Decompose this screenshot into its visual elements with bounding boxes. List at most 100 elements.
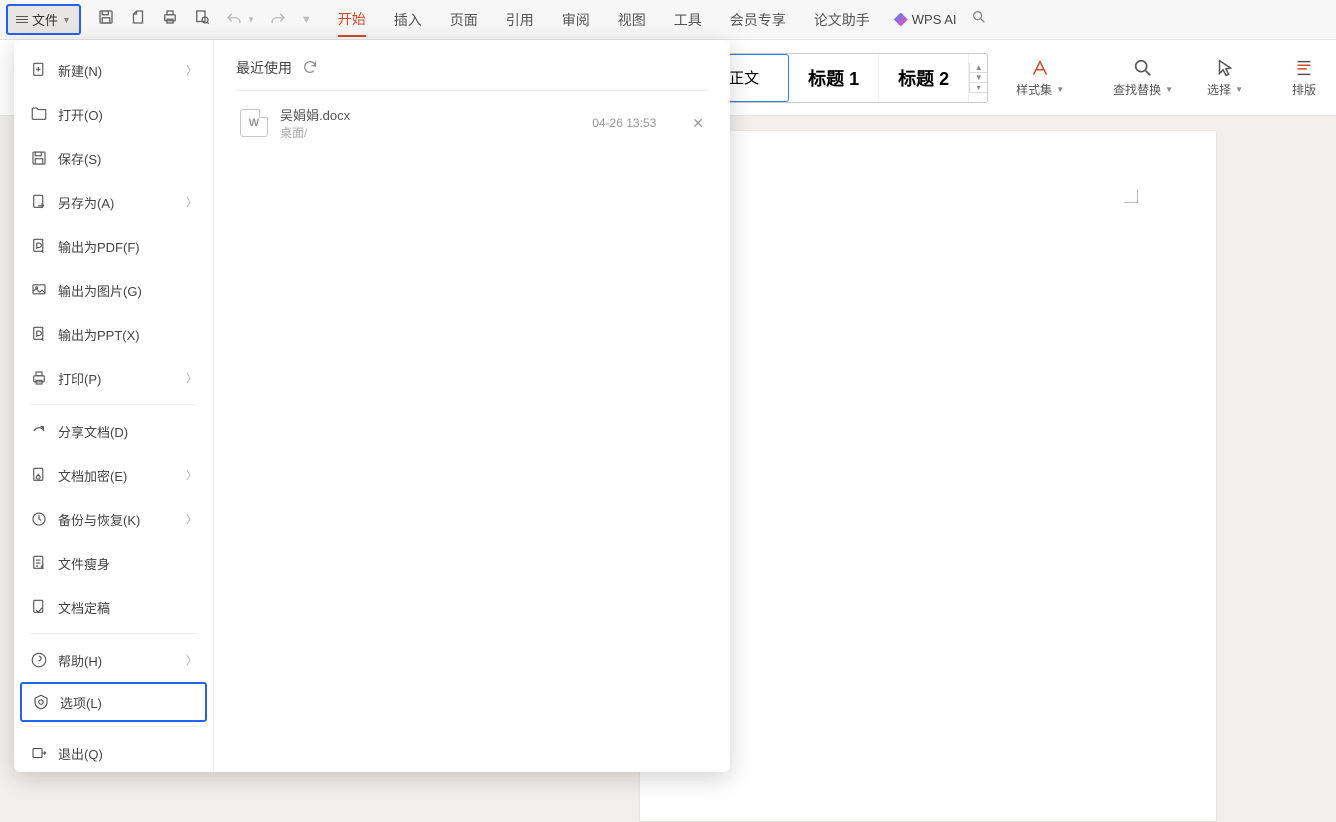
menu-item-icon — [30, 554, 48, 572]
file-menu-item-8[interactable]: 分享文档(D) — [14, 409, 213, 453]
print-icon[interactable] — [161, 8, 179, 31]
redo-button[interactable] — [269, 11, 287, 29]
recent-file-item[interactable]: W 吴娟娟.docx桌面/04-26 13:53 ✕ — [236, 91, 708, 155]
tab-工具[interactable]: 工具 — [674, 4, 702, 36]
menu-item-icon — [30, 744, 48, 762]
style-h2-label: 标题 2 — [898, 65, 949, 91]
menu-item-icon — [30, 281, 48, 299]
menu-item-icon — [30, 651, 48, 669]
tab-会员专享[interactable]: 会员专享 — [730, 4, 786, 36]
style-h1-label: 标题 1 — [808, 65, 859, 91]
search-icon[interactable] — [971, 9, 987, 30]
menu-item-label: 另存为(A) — [58, 193, 114, 212]
recent-file-path: 桌面/ — [280, 124, 580, 141]
tab-审阅[interactable]: 审阅 — [562, 4, 590, 36]
menu-item-icon — [30, 193, 48, 211]
styleset-button[interactable]: 样式集▼ — [1006, 57, 1074, 98]
hamburger-icon — [16, 14, 28, 25]
file-menu-item-6[interactable]: 输出为PPT(X) — [14, 312, 213, 356]
file-menu-list: 新建(N)〉打开(O)保存(S)另存为(A)〉输出为PDF(F)输出为图片(G)… — [14, 40, 214, 772]
close-icon[interactable]: ✕ — [692, 115, 704, 132]
menu-item-label: 文件瘦身 — [58, 554, 110, 573]
style-heading2[interactable]: 标题 2 — [879, 54, 969, 102]
wps-ai-label: WPS AI — [912, 12, 957, 27]
file-menu-item-5[interactable]: 输出为图片(G) — [14, 268, 213, 312]
tab-论文助手[interactable]: 论文助手 — [814, 4, 870, 36]
chevron-right-icon: 〉 — [186, 467, 197, 483]
menu-item-label: 退出(Q) — [58, 744, 103, 763]
export-icon[interactable] — [129, 8, 147, 31]
menu-item-label: 输出为图片(G) — [58, 281, 142, 300]
file-menu-item-3[interactable]: 另存为(A)〉 — [14, 180, 213, 224]
tab-引用[interactable]: 引用 — [506, 4, 534, 36]
menu-item-icon — [30, 510, 48, 528]
style-heading1[interactable]: 标题 1 — [789, 54, 879, 102]
menu-item-icon — [30, 61, 48, 79]
menu-item-label: 备份与恢复(K) — [58, 510, 140, 529]
file-menu-item-2[interactable]: 保存(S) — [14, 136, 213, 180]
file-menu-item-14[interactable]: 选项(L) — [20, 682, 207, 722]
file-menu-item-11[interactable]: 文件瘦身 — [14, 541, 213, 585]
customize-qat[interactable]: ▼ — [301, 14, 312, 26]
file-menu-item-1[interactable]: 打开(O) — [14, 92, 213, 136]
style-expand[interactable]: ▾ — [969, 83, 987, 93]
styleset-label: 样式集 — [1016, 81, 1052, 98]
select-label: 选择 — [1207, 81, 1231, 98]
menu-item-label: 输出为PDF(F) — [58, 237, 140, 256]
menu-item-icon — [30, 598, 48, 616]
tab-页面[interactable]: 页面 — [450, 4, 478, 36]
page-corner-mark — [1124, 189, 1138, 203]
menu-item-icon — [30, 369, 48, 387]
recent-file-time: 04-26 13:53 — [592, 116, 656, 130]
recent-files-pane: 最近使用 W 吴娟娟.docx桌面/04-26 13:53 ✕ — [214, 40, 730, 772]
chevron-right-icon: 〉 — [186, 511, 197, 527]
undo-button[interactable]: ▼ — [225, 11, 255, 29]
menu-item-icon — [30, 237, 48, 255]
chevron-down-icon: ▼ — [62, 15, 71, 25]
chevron-right-icon: 〉 — [186, 62, 197, 78]
print-preview-icon[interactable] — [193, 8, 211, 31]
menu-item-label: 文档加密(E) — [58, 466, 127, 485]
refresh-icon[interactable] — [302, 59, 318, 78]
wps-ai-button[interactable]: WPS AI — [894, 12, 957, 27]
menu-separator — [30, 404, 197, 405]
file-menu-item-15[interactable]: 退出(Q) — [14, 731, 213, 772]
file-menu-item-13[interactable]: 帮助(H) 〉 — [14, 638, 213, 682]
file-menu-item-10[interactable]: 备份与恢复(K) 〉 — [14, 497, 213, 541]
file-menu-item-0[interactable]: 新建(N) 〉 — [14, 48, 213, 92]
menu-item-label: 打开(O) — [58, 105, 103, 124]
file-menu-item-12[interactable]: 文档定稿 — [14, 585, 213, 629]
tab-插入[interactable]: 插入 — [394, 4, 422, 36]
cursor-icon — [1214, 57, 1236, 79]
file-menu-item-9[interactable]: 文档加密(E) 〉 — [14, 453, 213, 497]
file-menu-button[interactable]: 文件 ▼ — [6, 4, 81, 35]
file-menu-panel: 新建(N)〉打开(O)保存(S)另存为(A)〉输出为PDF(F)输出为图片(G)… — [14, 40, 730, 772]
menu-item-label: 文档定稿 — [58, 598, 110, 617]
file-menu-label: 文件 — [32, 10, 58, 29]
style-scroll-down[interactable]: ▼ — [969, 73, 987, 83]
wps-ai-icon — [894, 13, 908, 27]
recent-file-name: 吴娟娟.docx — [280, 105, 580, 124]
chevron-right-icon: 〉 — [186, 652, 197, 668]
select-button[interactable]: 选择▼ — [1197, 57, 1253, 98]
layout-label: 排版 — [1292, 81, 1316, 98]
tab-开始[interactable]: 开始 — [338, 3, 366, 37]
styleset-icon — [1029, 57, 1051, 79]
file-menu-item-7[interactable]: 打印(P)〉 — [14, 356, 213, 400]
menu-item-label: 新建(N) — [58, 61, 102, 80]
tab-视图[interactable]: 视图 — [618, 4, 646, 36]
menu-item-icon — [30, 105, 48, 123]
layout-button[interactable]: 排版 — [1282, 57, 1326, 98]
style-scroll-up[interactable]: ▲ — [969, 63, 987, 73]
style-gallery[interactable]: 正文 标题 1 标题 2 ▲▼▾ — [698, 53, 988, 103]
menu-item-label: 帮助(H) — [58, 651, 102, 670]
word-file-icon: W — [240, 109, 268, 137]
layout-icon — [1293, 57, 1315, 79]
save-icon[interactable] — [97, 8, 115, 31]
recent-title: 最近使用 — [236, 58, 292, 78]
style-normal-label: 正文 — [729, 67, 759, 88]
search-icon — [1132, 57, 1154, 79]
find-replace-button[interactable]: 查找替换▼ — [1103, 57, 1183, 98]
menu-separator — [30, 726, 197, 727]
file-menu-item-4[interactable]: 输出为PDF(F) — [14, 224, 213, 268]
